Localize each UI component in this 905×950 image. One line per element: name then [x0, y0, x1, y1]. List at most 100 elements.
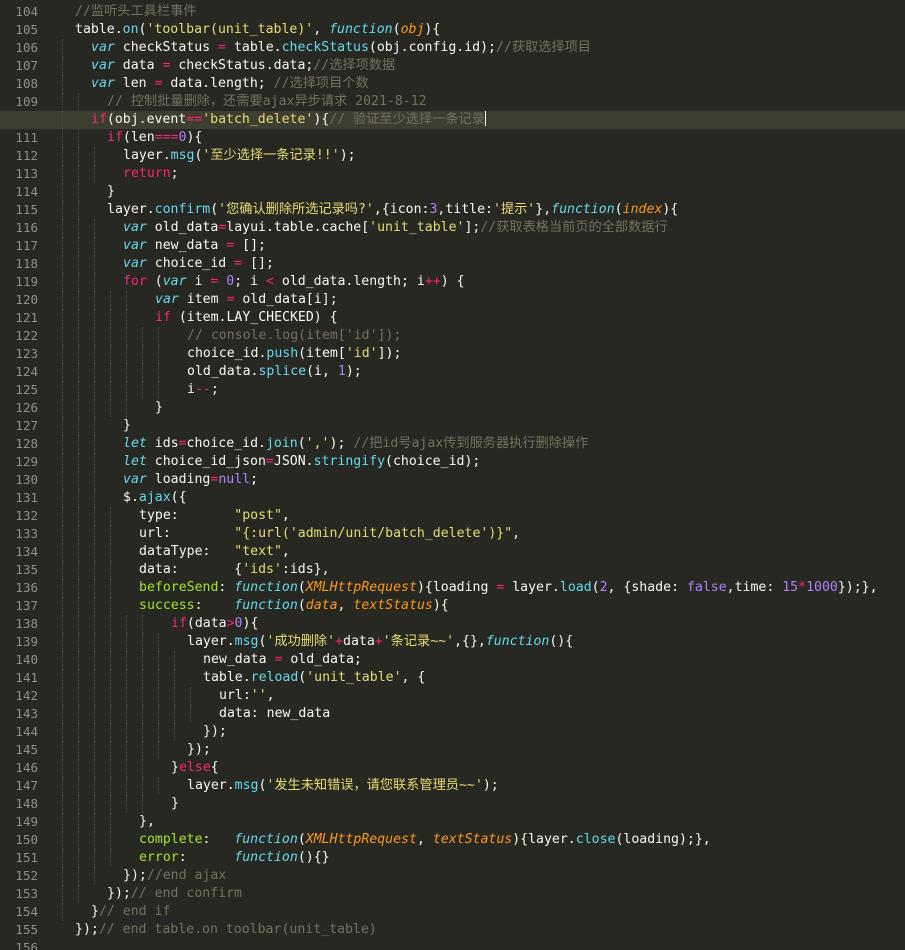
code-line[interactable]: var new_data = [];: [0, 237, 905, 255]
indent-guide: [110, 777, 111, 795]
code-line[interactable]: }: [0, 417, 905, 435]
indent-guide: [78, 543, 79, 561]
code-line[interactable]: url:'',: [0, 687, 905, 705]
code-line[interactable]: table.on ('toolbar(unit_table)', function…: [0, 21, 905, 39]
code-token: false: [686, 580, 727, 595]
code-line[interactable]: return;: [0, 165, 905, 183]
indent-guide: [78, 525, 79, 543]
code-area[interactable]: //监听头工具栏事件 table.on('toolbar(unit_table)'…: [0, 0, 905, 950]
indent-guide: [78, 237, 79, 255]
code-line[interactable]: var old_data=layui.table.cache['unit_tab…: [0, 219, 905, 237]
code-text: }: [171, 795, 179, 813]
code-token: (: [297, 436, 306, 451]
code-line[interactable]: url: "{:url('admin/unit/batch_delete')}"…: [0, 525, 905, 543]
code-line[interactable]: var choice_id = [];: [0, 255, 905, 273]
code-token: checkStatus: [114, 40, 219, 55]
code-line[interactable]: dataType: "text",: [0, 543, 905, 561]
code-token: choice_id.: [187, 346, 267, 361]
code-token: // 控制批量删除，还需要ajax异步请求 2021-8-12: [107, 94, 427, 109]
code-line[interactable]: [0, 939, 905, 950]
indent-guide: [126, 381, 127, 399]
code-line[interactable]: // console.log(item['id']);: [0, 327, 905, 345]
code-token: index: [622, 202, 663, 217]
code-text: layer.msg('至少选择一条记录!!');: [123, 147, 356, 165]
code-token: choice_id_json: [146, 454, 266, 469]
code-line[interactable]: },: [0, 813, 905, 831]
indent-guide: [94, 525, 95, 543]
code-line[interactable]: }: [0, 795, 905, 813]
indent-guide: [62, 831, 63, 849]
code-token: ){loading: [416, 580, 497, 595]
code-line[interactable]: var loading=null;: [0, 471, 905, 489]
indent-guide: [110, 507, 111, 525]
code-line[interactable]: var len = data.length; //选择项目个数: [0, 75, 905, 93]
code-line[interactable]: layer.msg('发生未知错误，请您联系管理员~~');: [0, 777, 905, 795]
indent-guide: [78, 273, 79, 291]
code-line[interactable]: let ids=choice_id.join(','); //把id号ajax传…: [0, 435, 905, 453]
code-line[interactable]: });: [0, 723, 905, 741]
code-text: new_data = old_data;: [203, 651, 362, 669]
code-token: load: [559, 580, 592, 595]
code-line[interactable]: var item = old_data[i];: [0, 291, 905, 309]
code-line[interactable]: data: new_data: [0, 705, 905, 723]
code-line[interactable]: }: [0, 399, 905, 417]
code-line[interactable]: });// end confirm: [0, 885, 905, 903]
indent-guide: [126, 705, 127, 723]
code-line[interactable]: }: [0, 183, 905, 201]
code-text: old_data.splice(i, 1);: [187, 363, 362, 381]
code-line[interactable]: new_data = old_data;: [0, 651, 905, 669]
code-line[interactable]: var data = checkStatus.data;//选择项数据: [0, 57, 905, 75]
indent-guide: [62, 129, 63, 147]
indent-guide: [62, 615, 63, 633]
code-line[interactable]: }// end if: [0, 903, 905, 921]
code-line[interactable]: $.ajax({: [0, 489, 905, 507]
code-line[interactable]: layer.msg('至少选择一条记录!!');: [0, 147, 905, 165]
code-line[interactable]: complete: function(XMLHttpRequest, textS…: [0, 831, 905, 849]
code-line[interactable]: let choice_id_json=JSON.stringify(choice…: [0, 453, 905, 471]
code-line[interactable]: });: [0, 741, 905, 759]
indent-guide: [78, 507, 79, 525]
code-line[interactable]: if (item.LAY_CHECKED) {: [0, 309, 905, 327]
code-line[interactable]: });//end ajax: [0, 867, 905, 885]
code-line[interactable]: error: function(){}: [0, 849, 905, 867]
code-token: url:: [139, 526, 235, 541]
indent-guide: [78, 759, 79, 777]
code-line[interactable]: if(data>0){: [0, 615, 905, 633]
code-line[interactable]: beforeSend: function(XMLHttpRequest){loa…: [0, 579, 905, 597]
indent-guide: [78, 147, 79, 165]
code-line[interactable]: //监听头工具栏事件: [0, 3, 905, 21]
code-line[interactable]: var checkStatus = table.checkStatus(obj.…: [0, 39, 905, 57]
indent-guide: [110, 525, 111, 543]
code-line[interactable]: old_data.splice(i, 1);: [0, 363, 905, 381]
code-line[interactable]: for (var i = 0; i < old_data.length; i++…: [0, 273, 905, 291]
code-text: data: new_data: [219, 705, 330, 723]
code-line[interactable]: layer.confirm('您确认删除所选记录吗?',{icon:3,titl…: [0, 201, 905, 219]
code-line[interactable]: i--;: [0, 381, 905, 399]
code-token: 'ids': [242, 562, 282, 577]
code-line[interactable]: type: "post",: [0, 507, 905, 525]
code-text: });//end ajax: [123, 867, 226, 885]
code-line[interactable]: success: function(data, textStatus){: [0, 597, 905, 615]
code-line[interactable]: if(len===0){: [0, 129, 905, 147]
code-token: ,: [266, 688, 275, 703]
indent-guide: [94, 795, 95, 813]
code-line[interactable]: choice_id.push(item['id']);: [0, 345, 905, 363]
code-line[interactable]: // 控制批量删除，还需要ajax异步请求 2021-8-12: [0, 93, 905, 111]
code-line[interactable]: if(obj.event=='batch_delete'){// 验证至少选择一…: [0, 111, 905, 129]
code-token: new_data: [146, 238, 227, 253]
indent-guide: [142, 795, 143, 813]
code-token: var: [155, 292, 179, 307]
code-line[interactable]: data: {'ids':ids},: [0, 561, 905, 579]
indent-guide: [110, 651, 111, 669]
code-text: var loading=null;: [123, 471, 258, 489]
code-line[interactable]: layer.msg('成功删除'+data+'条记录~~',{},functio…: [0, 633, 905, 651]
code-line[interactable]: table.reload('unit_table', {: [0, 669, 905, 687]
code-token: (){: [549, 634, 574, 649]
code-editor[interactable]: 1041051061071081091101111121131141151161…: [0, 0, 905, 950]
code-line[interactable]: }else{: [0, 759, 905, 777]
code-token: });: [203, 724, 227, 739]
code-text: return;: [123, 165, 179, 183]
code-token: loading: [146, 472, 211, 487]
code-line[interactable]: });// end table.on toolbar(unit_table): [0, 921, 905, 939]
code-token: ==: [186, 112, 203, 127]
